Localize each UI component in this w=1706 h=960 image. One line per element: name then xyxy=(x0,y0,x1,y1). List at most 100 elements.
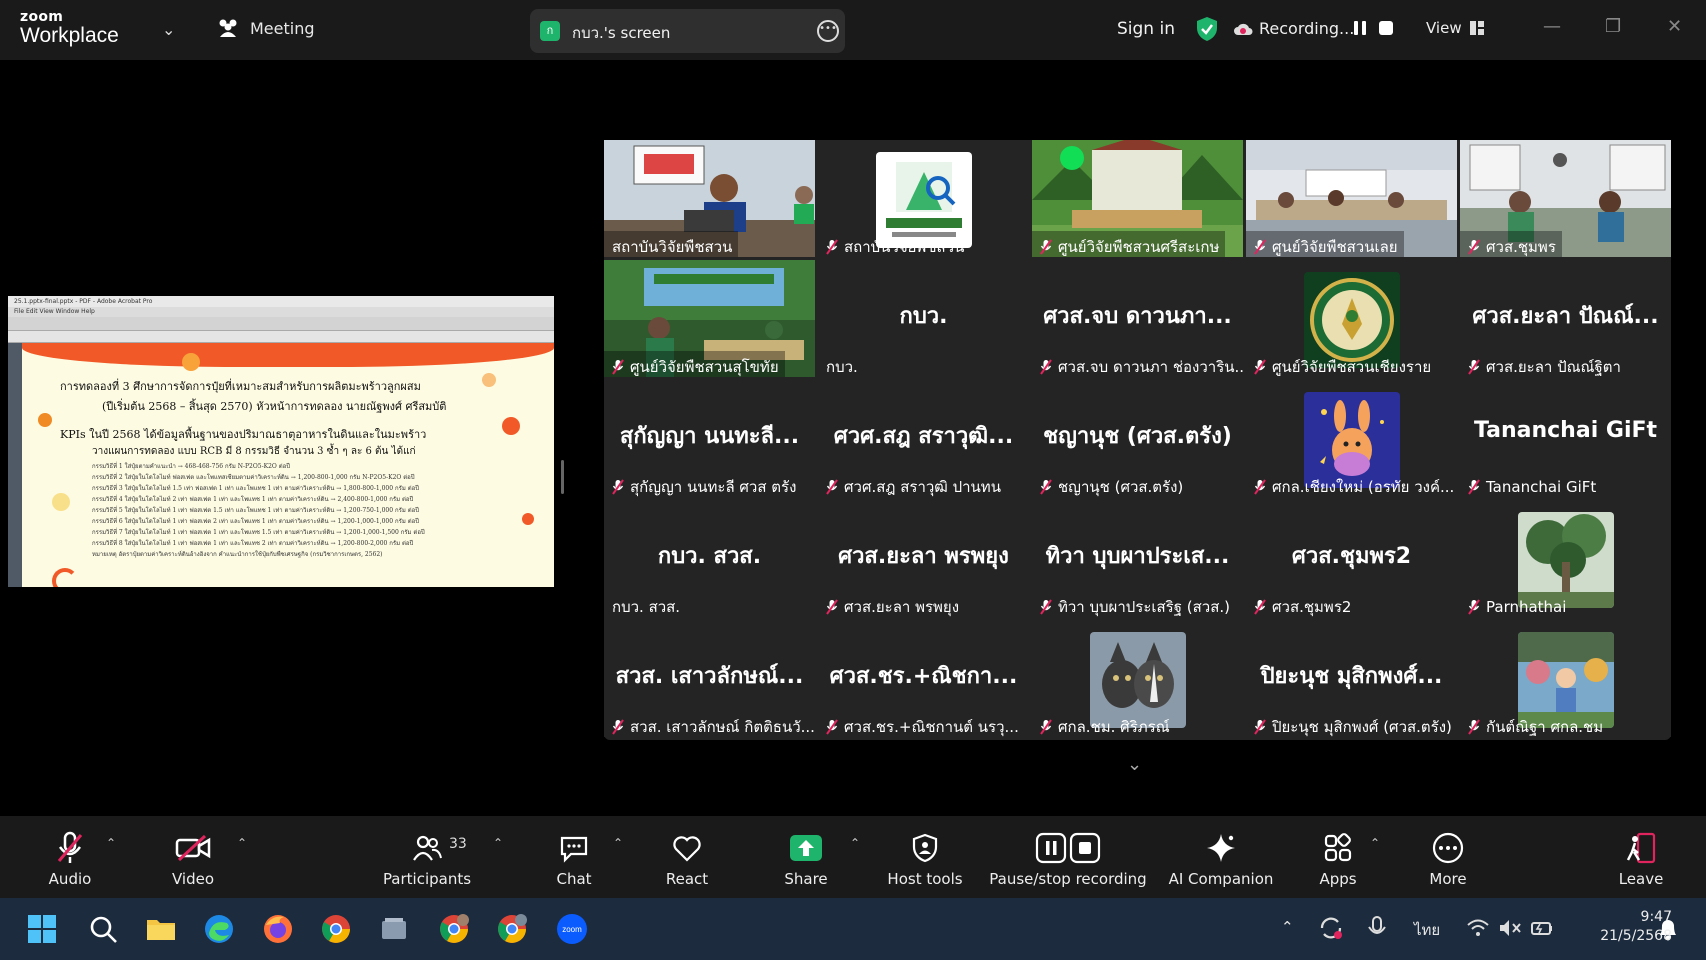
participant-name: ศวส.ชุมพร2 xyxy=(1272,597,1352,616)
acrobat-toolbar-2 xyxy=(8,331,554,343)
close-icon[interactable]: ✕ xyxy=(1667,16,1682,37)
participant-display-name: ชญานุช (ศวส.ตรัง) xyxy=(1043,424,1232,449)
ai-companion-button[interactable]: AI Companion xyxy=(1166,830,1276,888)
pause-stop-recording-button[interactable]: Pause/stop recording xyxy=(988,830,1148,888)
gallery-next-page-icon[interactable]: ⌄ xyxy=(1127,754,1142,775)
participant-tile[interactable]: กันต์ณิฐา ศกล.ชม xyxy=(1460,620,1671,737)
participant-tile[interactable]: ทิวา บุบผาประเส... ทิวา บุบผาประเสริฐ (สว… xyxy=(1032,500,1243,617)
participant-tile[interactable]: ศกล.เชียงใหม่ (อรทัย วงค์... xyxy=(1246,380,1457,497)
chrome-profile-1-icon[interactable] xyxy=(438,913,470,945)
apps-button[interactable]: Apps xyxy=(1308,830,1368,888)
minimize-icon[interactable]: — xyxy=(1543,16,1561,37)
windows-start-icon[interactable] xyxy=(26,913,58,945)
leave-icon xyxy=(1626,832,1656,864)
participant-tile[interactable]: ศวศ.สฎ สราวุฒิ... ศวศ.สฎ สราวุฒิ ปานทน xyxy=(818,380,1029,497)
participant-tile[interactable]: กบว. สวส. กบว. สวส. xyxy=(604,500,815,617)
tray-overflow-icon[interactable]: ⌃ xyxy=(1281,918,1294,936)
participant-tile[interactable]: ศูนย์วิจัยพืชสวนเลย xyxy=(1246,140,1457,257)
more-button[interactable]: More xyxy=(1418,830,1478,888)
microphone-tray-icon[interactable] xyxy=(1366,915,1388,941)
participant-tile[interactable]: ศวส.ชุมพร2 ศวส.ชุมพร2 xyxy=(1246,500,1457,617)
decor-dot xyxy=(502,417,520,435)
audio-options-caret-icon[interactable]: ⌃ xyxy=(106,836,116,850)
leave-button[interactable]: Leave xyxy=(1611,830,1671,888)
chrome-profile-2-icon[interactable] xyxy=(496,913,528,945)
participants-caret-icon[interactable]: ⌃ xyxy=(493,836,503,850)
participant-tile[interactable]: ศกล.ชม. ศิริภรณ์ xyxy=(1032,620,1243,737)
participant-tile[interactable]: กบว. กบว. xyxy=(818,260,1029,377)
taskbar-clock[interactable]: 9:47 21/5/2568 xyxy=(1572,908,1672,946)
input-language[interactable]: ไทย xyxy=(1414,918,1440,942)
shared-screen[interactable]: 25.1.pptx-final.pptx - PDF - Adobe Acrob… xyxy=(8,296,554,587)
share-button[interactable]: Share xyxy=(776,830,836,888)
participant-tile[interactable]: ปิยะนุช มุสิกพงศ์... ปิยะนุช มุสิกพงศ์ (ศ… xyxy=(1246,620,1457,737)
firefox-icon[interactable] xyxy=(262,913,294,945)
participant-tile[interactable]: สวส. เสาวลักษณ์... สวส. เสาวลักษณ์ กิตติธ… xyxy=(604,620,815,737)
meeting-label: Meeting xyxy=(250,18,315,38)
participant-tile[interactable]: สุกัญญา นนทะลี... สุกัญญา นนทะลี ศวส ตรัง xyxy=(604,380,815,497)
participant-display-name: กบว. xyxy=(899,304,948,329)
window-manager-icon[interactable] xyxy=(378,913,410,945)
view-button[interactable]: View xyxy=(1426,19,1484,37)
pause-icon[interactable] xyxy=(1352,20,1368,36)
recording-indicator[interactable]: Recording... xyxy=(1233,19,1354,38)
participant-tile[interactable]: ศวส.ยะลา ปัณณ์... ศวส.ยะลา ปัณณ์ฐิตา xyxy=(1460,260,1671,377)
participant-name-label: สถาบันวิจัยพืชสวน xyxy=(818,231,970,257)
muted-mic-icon xyxy=(826,478,838,495)
treatment-line: กรรมวิธีที่ 6 ใส่ปุ๋ยในโดโลไมท์ 1 เท่า ฟ… xyxy=(92,518,419,525)
zoom-logo[interactable]: zoom Workplace xyxy=(20,10,119,46)
participant-tile[interactable]: ศวส.จบ ดาวนภา... ศวส.จบ ดาวนภา ช่องวาริน.… xyxy=(1032,260,1243,377)
chat-button[interactable]: Chat xyxy=(544,830,604,888)
participant-name: ศวส.ยะลา พรพยุง xyxy=(844,597,960,616)
battery-icon[interactable] xyxy=(1530,916,1554,940)
chrome-icon[interactable] xyxy=(320,913,352,945)
muted-mic-icon xyxy=(1468,358,1480,375)
more-options-icon[interactable]: ••• xyxy=(817,20,839,42)
treatment-line: กรรมวิธีที่ 1 ใส่ปุ๋ยตามคำแนะนำ → 468-46… xyxy=(92,463,291,470)
restore-icon[interactable]: ❐ xyxy=(1605,16,1621,37)
participant-tile[interactable]: ศวส.ชร.+ณิชกา... ศวส.ชร.+ณิชกานต์ นรวุ... xyxy=(818,620,1029,737)
participant-tile[interactable]: ศูนย์วิจัยพืชสวนศรีสะเกษ xyxy=(1032,140,1243,257)
chevron-down-icon[interactable]: ⌄ xyxy=(162,20,175,39)
audio-button[interactable]: Audio xyxy=(40,830,100,888)
participant-name: สุกัญญา นนทะลี ศวส ตรัง xyxy=(630,477,797,496)
participant-name-label: กันต์ณิฐา ศกล.ชม xyxy=(1460,711,1609,737)
react-button[interactable]: React xyxy=(657,830,717,888)
participants-count: 33 xyxy=(449,836,467,852)
chat-caret-icon[interactable]: ⌃ xyxy=(613,836,623,850)
view-label: View xyxy=(1426,19,1462,37)
apps-caret-icon[interactable]: ⌃ xyxy=(1370,836,1380,850)
sign-in-link[interactable]: Sign in xyxy=(1117,19,1175,39)
participant-display-name: ศวส.ยะลา ปัณณ์... xyxy=(1472,304,1659,329)
wifi-icon[interactable] xyxy=(1466,916,1490,940)
participant-tile[interactable]: ชญานุช (ศวส.ตรัง) ชญานุช (ศวส.ตรัง) xyxy=(1032,380,1243,497)
participant-name: ศวส.ชุมพร xyxy=(1486,237,1556,256)
sync-icon[interactable] xyxy=(1318,915,1344,941)
participant-tile[interactable]: สถาบันวิจัยพืชสวน xyxy=(818,140,1029,257)
file-explorer-icon[interactable] xyxy=(145,913,177,945)
edge-browser-icon[interactable] xyxy=(203,913,235,945)
video-button[interactable]: Video xyxy=(163,830,223,888)
participant-tile[interactable]: ศวส.ชุมพร xyxy=(1460,140,1671,257)
share-caret-icon[interactable]: ⌃ xyxy=(850,836,860,850)
resize-handle[interactable] xyxy=(561,460,564,494)
search-icon[interactable] xyxy=(87,913,119,945)
stop-icon[interactable] xyxy=(1378,20,1394,36)
participant-tile[interactable]: Parnhathai xyxy=(1460,500,1671,617)
screen-share-pill[interactable]: ก กบว.'s screen ••• xyxy=(530,9,845,53)
participant-tile[interactable]: ศูนย์วิจัยพืชสวนเชียงราย xyxy=(1246,260,1457,377)
encryption-shield-icon[interactable] xyxy=(1196,16,1218,42)
participant-display-name: กบว. สวส. xyxy=(657,544,762,569)
volume-muted-icon[interactable] xyxy=(1498,916,1522,940)
meeting-info-button[interactable]: Meeting xyxy=(216,18,315,38)
slide-header-band xyxy=(22,343,554,367)
participant-name-label: ศวศ.สฎ สราวุฒิ ปานทน xyxy=(818,471,1007,497)
participant-tile[interactable]: Tananchai GiFt Tananchai GiFt xyxy=(1460,380,1671,497)
participant-tile[interactable]: ศวส.ยะลา พรพยุง ศวส.ยะลา พรพยุง xyxy=(818,500,1029,617)
participant-tile[interactable]: ศูนย์วิจัยพืชสวนสุโขทัย xyxy=(604,260,815,377)
participant-display-name: ศวส.ชุมพร2 xyxy=(1291,544,1412,569)
participant-tile[interactable]: สถาบันวิจัยพืชสวน xyxy=(604,140,815,257)
zoom-app-icon[interactable]: zoom xyxy=(556,913,588,945)
host-tools-button[interactable]: Host tools xyxy=(880,830,970,888)
video-options-caret-icon[interactable]: ⌃ xyxy=(237,836,247,850)
